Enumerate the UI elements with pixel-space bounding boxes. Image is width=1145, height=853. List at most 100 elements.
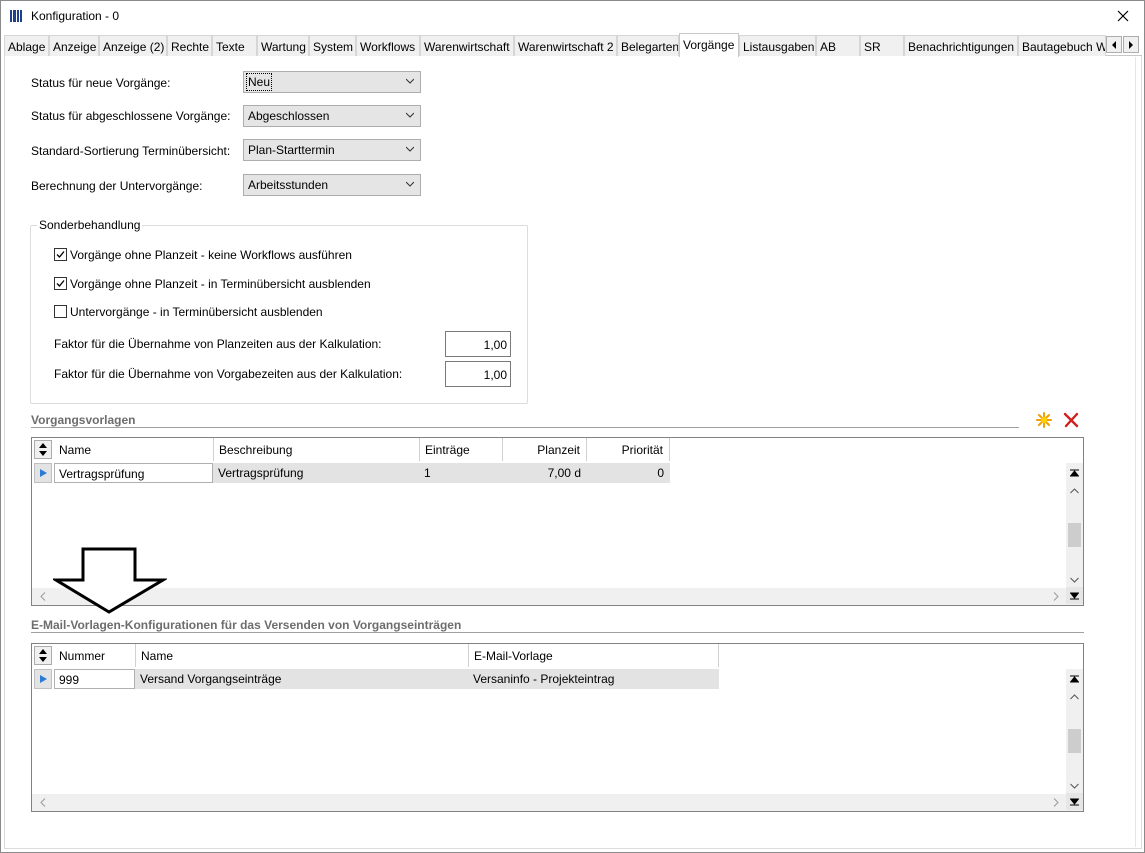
factor-vorgabe-label: Faktor für die Übernahme von Vorgabezeit… — [54, 367, 403, 381]
scroll-right-icon[interactable] — [1047, 794, 1064, 811]
status-new-select[interactable]: Neu — [243, 71, 421, 93]
cell-planzeit[interactable]: 7,00 d — [503, 463, 587, 483]
table-row[interactable]: 999 Versand Vorgangseinträge Versaninfo … — [54, 669, 719, 689]
checkmark-icon — [56, 251, 65, 258]
calc-select[interactable]: Arbeitsstunden — [243, 174, 421, 196]
tab-scroll-right-button[interactable] — [1123, 36, 1139, 53]
col-header-vorlage[interactable]: E-Mail-Vorlage — [469, 644, 719, 667]
col-header-eintraege[interactable]: Einträge — [420, 438, 503, 461]
sort-select[interactable]: Plan-Starttermin — [243, 139, 421, 161]
sort-value: Plan-Starttermin — [248, 143, 335, 157]
status-closed-value: Abgeschlossen — [248, 109, 330, 123]
cell-name[interactable]: Vertragsprüfung — [54, 463, 213, 483]
configuration-window: Konfiguration - 0 Ablage Anzeige Anzeige… — [0, 0, 1145, 853]
chevron-down-icon — [406, 78, 414, 84]
scroll-left-icon[interactable] — [34, 588, 51, 605]
scroll-down-icon[interactable] — [1066, 777, 1083, 794]
tab-benachrichtigungen[interactable]: Benachrichtigungen — [904, 35, 1018, 56]
tab-warenwirtschaft-2[interactable]: Warenwirtschaft 2 — [514, 35, 617, 56]
scroll-right-icon[interactable] — [1047, 588, 1064, 605]
delete-template-button[interactable] — [1062, 411, 1080, 429]
vertical-scrollbar[interactable] — [1066, 669, 1083, 811]
no-workflows-checkbox[interactable] — [54, 248, 67, 261]
col-header-name[interactable]: Name — [136, 644, 469, 667]
scroll-left-icon[interactable] — [34, 794, 51, 811]
tab-sr[interactable]: SR — [860, 35, 904, 56]
col-header-beschreibung[interactable]: Beschreibung — [214, 438, 420, 461]
calc-value: Arbeitsstunden — [248, 178, 329, 192]
scroll-up-icon[interactable] — [1066, 482, 1083, 499]
scroll-top-icon[interactable] — [1066, 465, 1083, 482]
cell-nummer[interactable]: 999 — [54, 669, 135, 689]
templates-section-title: Vorgangsvorlagen — [31, 413, 136, 427]
scrollbar-thumb[interactable] — [1068, 523, 1081, 547]
tab-scroll-left-button[interactable] — [1106, 36, 1122, 53]
tab-ablage[interactable]: Ablage — [4, 35, 49, 56]
cell-prioritaet[interactable]: 0 — [587, 463, 670, 483]
close-button[interactable] — [1102, 1, 1144, 31]
scroll-up-icon[interactable] — [1066, 688, 1083, 705]
status-closed-label: Status für abgeschlossene Vorgänge: — [31, 109, 231, 123]
email-divider — [31, 632, 1084, 633]
row-indicator — [34, 669, 52, 689]
tab-wartung[interactable]: Wartung — [257, 35, 309, 56]
tab-vorgaenge[interactable]: Vorgänge — [679, 33, 739, 57]
tab-bar: Ablage Anzeige Anzeige (2) Rechte Texte … — [4, 33, 1142, 57]
add-template-button[interactable] — [1035, 411, 1053, 429]
email-section-title: E-Mail-Vorlagen-Konfigurationen für das … — [31, 618, 462, 632]
col-header-planzeit[interactable]: Planzeit — [503, 438, 587, 461]
table-row[interactable]: Vertragsprüfung Vertragsprüfung 1 7,00 d… — [54, 463, 670, 483]
cell-eintraege[interactable]: 1 — [420, 463, 503, 483]
hide-subprocesses-checkbox[interactable] — [54, 305, 67, 318]
tab-texte[interactable]: Texte — [212, 35, 257, 56]
sort-updown-icon — [39, 443, 47, 456]
vertical-scrollbar[interactable] — [1066, 463, 1083, 605]
tab-workflows[interactable]: Workflows — [356, 35, 420, 56]
tab-belegarten[interactable]: Belegarten — [617, 35, 679, 56]
scroll-bottom-icon[interactable] — [1066, 587, 1083, 604]
scroll-bottom-icon[interactable] — [1066, 793, 1083, 810]
title-bar: Konfiguration - 0 — [1, 1, 1144, 32]
hide-no-plantime-checkbox[interactable] — [54, 277, 67, 290]
checkmark-icon — [56, 280, 65, 287]
special-group-title: Sonderbehandlung — [37, 218, 143, 232]
scrollbar-thumb[interactable] — [1068, 729, 1081, 753]
row-pointer-icon — [40, 469, 47, 477]
horizontal-scrollbar[interactable] — [32, 588, 1066, 605]
horizontal-scrollbar[interactable] — [32, 794, 1066, 811]
email-grid[interactable]: Nummer Name E-Mail-Vorlage 999 Versand V… — [31, 643, 1084, 812]
factor-plan-input[interactable]: 1,00 — [445, 331, 511, 357]
row-pointer-icon — [40, 675, 47, 683]
tab-listausgaben[interactable]: Listausgaben — [739, 35, 816, 56]
column-chooser-button[interactable] — [34, 440, 52, 459]
chevron-down-icon — [406, 146, 414, 152]
hide-no-plantime-label[interactable]: Vorgänge ohne Planzeit - in Terminübersi… — [70, 277, 371, 291]
cell-beschreibung[interactable]: Vertragsprüfung — [214, 463, 420, 483]
scroll-top-icon[interactable] — [1066, 671, 1083, 688]
tab-anzeige[interactable]: Anzeige — [49, 35, 99, 56]
status-new-value: Neu — [245, 73, 273, 91]
col-header-name[interactable]: Name — [54, 438, 214, 461]
no-workflows-label[interactable]: Vorgänge ohne Planzeit - keine Workflows… — [70, 248, 352, 262]
tab-anzeige-2[interactable]: Anzeige (2) — [99, 35, 167, 56]
templates-divider — [31, 427, 1019, 428]
tab-bautagebuch[interactable]: Bautagebuch W — [1018, 35, 1106, 56]
chevron-down-icon — [406, 181, 414, 187]
hide-subprocesses-label[interactable]: Untervorgänge - in Terminübersicht ausbl… — [70, 305, 323, 319]
tab-ab[interactable]: AB — [816, 35, 860, 56]
cell-name[interactable]: Versand Vorgangseinträge — [136, 669, 469, 689]
status-closed-select[interactable]: Abgeschlossen — [243, 105, 421, 127]
close-icon — [1117, 10, 1129, 22]
tab-warenwirtschaft[interactable]: Warenwirtschaft — [420, 35, 514, 56]
scroll-down-icon[interactable] — [1066, 571, 1083, 588]
factor-plan-label: Faktor für die Übernahme von Planzeiten … — [54, 337, 382, 351]
tab-system[interactable]: System — [309, 35, 356, 56]
column-chooser-button[interactable] — [34, 646, 52, 665]
cell-vorlage[interactable]: Versaninfo - Projekteintrag — [469, 669, 719, 689]
factor-vorgabe-input[interactable]: 1,00 — [445, 361, 511, 387]
app-icon — [10, 10, 25, 22]
templates-grid[interactable]: Name Beschreibung Einträge Planzeit Prio… — [31, 437, 1084, 606]
col-header-prioritaet[interactable]: Priorität — [587, 438, 670, 461]
col-header-nummer[interactable]: Nummer — [54, 644, 136, 667]
tab-rechte[interactable]: Rechte — [167, 35, 212, 56]
